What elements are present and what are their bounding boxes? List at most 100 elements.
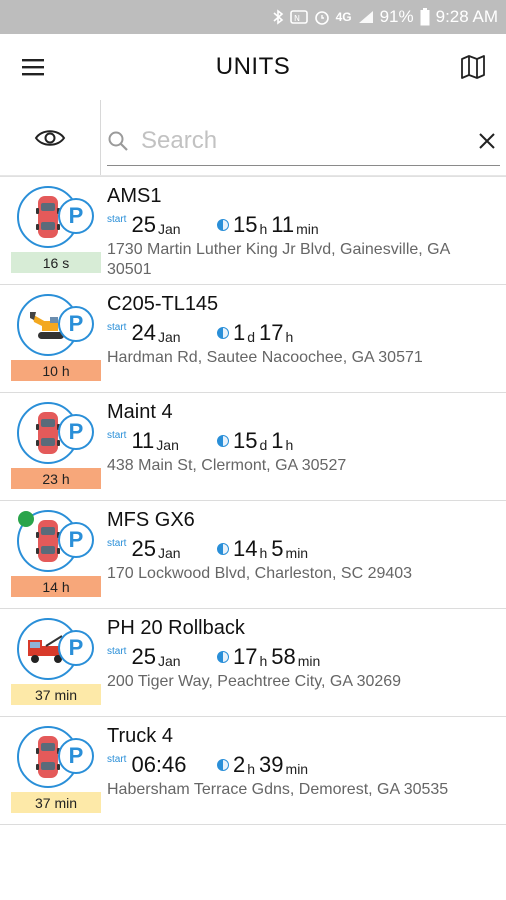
unit-row[interactable]: P 10 h C205-TL145 start 24 Jan 1 d 17 h	[0, 285, 506, 393]
key-icon	[18, 511, 34, 527]
duration-unit-1: h	[259, 653, 268, 669]
duration-value-2: 17	[259, 320, 284, 345]
unit-name: PH 20 Rollback	[107, 617, 245, 639]
duration-icon	[217, 543, 229, 555]
last-update-badge: 14 h	[11, 576, 101, 597]
start-time: start 25 Jan	[107, 645, 217, 670]
last-update-badge: 37 min	[11, 684, 101, 705]
start-value: 06:46	[131, 752, 187, 777]
start-unit: Jan	[157, 545, 181, 561]
start-time: start 25 Jan	[107, 537, 217, 562]
duration-icon	[217, 435, 229, 447]
unit-stats: start 25 Jan 17 h 58 min	[107, 641, 506, 670]
unit-icon-area: P 37 min	[0, 609, 105, 716]
page-title: UNITS	[215, 53, 291, 80]
unit-address: Habersham Terrace Gdns, Demorest, GA 305…	[107, 781, 449, 798]
start-unit: Jan	[157, 653, 181, 669]
duration-unit-1: h	[247, 761, 256, 777]
units-list: P 16 s AMS1 start 25 Jan 15 h 11 min 173…	[0, 176, 506, 825]
start-label: start	[107, 646, 127, 657]
duration-unit-2: h	[285, 329, 294, 345]
unit-row[interactable]: P 23 h Maint 4 start 11 Jan 15 d 1 h 438…	[0, 393, 506, 501]
search-box	[107, 118, 500, 166]
alarm-icon	[314, 9, 330, 25]
unit-details: PH 20 Rollback start 25 Jan 17 h 58 min …	[105, 609, 506, 716]
map-icon[interactable]	[458, 52, 488, 82]
unit-icon-area: P 10 h	[0, 285, 105, 392]
start-label: start	[107, 538, 127, 549]
duration-icon	[217, 759, 229, 771]
start-value: 24	[131, 320, 156, 345]
start-time: start 11 Jan	[107, 428, 217, 454]
duration-unit-2: h	[285, 437, 294, 453]
unit-row[interactable]: P 14 h MFS GX6 start 25 Jan 14 h 5 min 1…	[0, 501, 506, 609]
unit-details: MFS GX6 start 25 Jan 14 h 5 min 170 Lock…	[105, 501, 506, 608]
unit-row[interactable]: P 37 min Truck 4 start 06:46 2 h 39 min	[0, 717, 506, 825]
close-icon[interactable]	[474, 132, 500, 150]
signal-icon	[358, 10, 374, 24]
duration-unit-1: h	[259, 545, 268, 561]
unit-details: Truck 4 start 06:46 2 h 39 min Habersham…	[105, 717, 506, 824]
unit-address: 1730 Martin Luther King Jr Blvd, Gainesv…	[107, 241, 450, 278]
duration-value-1: 14	[233, 536, 258, 561]
duration-value-2: 11	[271, 212, 295, 237]
unit-stats: start 24 Jan 1 d 17 h	[107, 317, 506, 346]
duration-value-2: 5	[271, 536, 284, 561]
unit-name: Truck 4	[107, 725, 173, 747]
start-value: 11	[131, 428, 155, 453]
nfc-icon: N	[289, 9, 308, 25]
last-update-badge: 16 s	[11, 252, 101, 273]
battery-icon	[420, 8, 430, 26]
start-time: start 06:46	[107, 753, 217, 777]
duration-unit-2: min	[285, 545, 309, 561]
network-4g-icon: 4G	[335, 10, 352, 24]
app-bar: UNITS	[0, 34, 506, 100]
search-icon	[107, 130, 129, 152]
duration-unit-2: min	[297, 653, 321, 669]
bluetooth-icon	[272, 9, 284, 25]
start-label: start	[107, 754, 127, 765]
unit-address: 438 Main St, Clermont, GA 30527	[107, 457, 347, 474]
battery-percent: 91%	[379, 7, 414, 26]
unit-stats: start 25 Jan 15 h 11 min	[107, 209, 506, 238]
duration-unit-1: d	[247, 329, 256, 345]
unit-name: C205-TL145	[107, 293, 219, 315]
svg-text:N: N	[294, 14, 300, 23]
duration-unit-2: min	[296, 221, 319, 237]
unit-details: AMS1 start 25 Jan 15 h 11 min 1730 Marti…	[105, 177, 506, 284]
start-label: start	[107, 322, 127, 333]
clock-time: 9:28 AM	[435, 7, 498, 26]
duration: 14 h 5 min	[217, 537, 308, 561]
duration-value-1: 17	[233, 644, 258, 669]
search-input[interactable]	[129, 127, 474, 155]
start-label: start	[107, 214, 127, 225]
duration-icon	[217, 327, 229, 339]
duration-icon	[217, 651, 229, 663]
unit-name: Maint 4	[107, 401, 173, 423]
parking-icon: P	[58, 414, 94, 450]
unit-row[interactable]: P 37 min PH 20 Rollback start 25 Jan 17 …	[0, 609, 506, 717]
unit-row[interactable]: P 16 s AMS1 start 25 Jan 15 h 11 min 173…	[0, 177, 506, 285]
unit-icon-area: P 16 s	[0, 177, 105, 284]
duration-value-2: 58	[271, 644, 296, 669]
unit-icon-area: P 14 h	[0, 501, 105, 608]
unit-name: AMS1	[107, 185, 162, 207]
last-update-badge: 37 min	[11, 792, 101, 813]
menu-icon[interactable]	[18, 52, 48, 82]
start-unit: Jan	[156, 437, 179, 453]
duration-value-1: 1	[233, 320, 246, 345]
duration-value-2: 1	[271, 428, 284, 453]
status-bar: N 4G 91% 9:28 AM	[0, 0, 506, 34]
duration-unit-2: min	[285, 761, 309, 777]
duration-unit-1: h	[259, 221, 268, 237]
unit-details: Maint 4 start 11 Jan 15 d 1 h 438 Main S…	[105, 393, 506, 500]
duration-value-1: 15	[233, 212, 258, 237]
search-row	[0, 100, 506, 176]
visibility-toggle[interactable]	[0, 100, 101, 175]
duration-unit-1: d	[259, 437, 268, 453]
parking-icon: P	[58, 198, 94, 234]
start-time: start 24 Jan	[107, 320, 217, 346]
last-update-badge: 10 h	[11, 360, 101, 381]
start-unit: Jan	[157, 329, 181, 345]
unit-stats: start 06:46 2 h 39 min	[107, 749, 506, 778]
